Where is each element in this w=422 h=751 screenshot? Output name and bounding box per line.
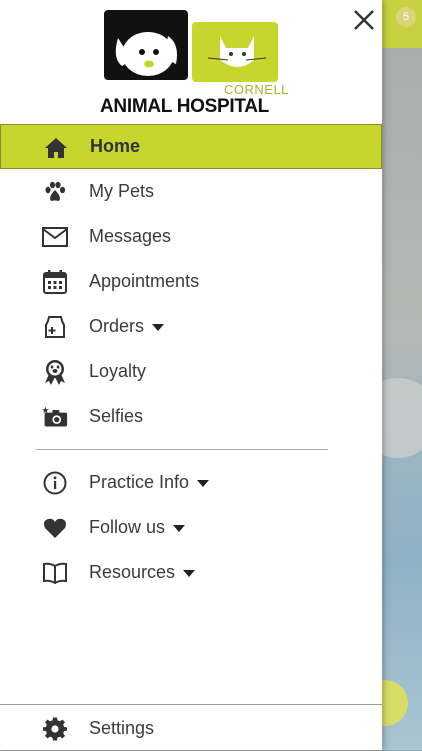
settings-divider bbox=[0, 704, 382, 705]
camera-icon bbox=[42, 405, 68, 429]
brand-line1: CORNELL bbox=[224, 82, 289, 97]
secondary-menu: Practice Info Follow us Resources bbox=[0, 460, 382, 595]
menu-item-label: Orders bbox=[89, 316, 165, 337]
menu-item-home[interactable]: Home bbox=[0, 124, 382, 169]
navigation-drawer: CORNELL ANIMAL HOSPITAL Home My Pets Mes… bbox=[0, 0, 382, 750]
menu-item-label: Practice Info bbox=[89, 472, 210, 493]
menu-item-my-pets[interactable]: My Pets bbox=[0, 169, 382, 214]
close-button[interactable] bbox=[348, 6, 378, 36]
chevron-down-icon bbox=[183, 569, 196, 577]
settings-section: Settings bbox=[0, 706, 382, 751]
envelope-icon bbox=[42, 225, 68, 249]
menu-item-label: Messages bbox=[89, 226, 172, 246]
brand-line2: ANIMAL HOSPITAL bbox=[100, 96, 269, 117]
menu-item-practice-info[interactable]: Practice Info bbox=[0, 460, 382, 505]
menu-item-appointments[interactable]: Appointments bbox=[0, 259, 382, 304]
award-icon bbox=[42, 360, 68, 385]
menu-item-label: Resources bbox=[89, 562, 196, 583]
menu-item-settings[interactable]: Settings bbox=[0, 706, 382, 751]
menu-item-messages[interactable]: Messages bbox=[0, 214, 382, 259]
home-icon bbox=[43, 136, 69, 160]
paw-icon bbox=[42, 180, 68, 204]
menu-item-label: Appointments bbox=[89, 271, 200, 291]
info-icon bbox=[42, 471, 68, 495]
menu-item-follow-us[interactable]: Follow us bbox=[0, 505, 382, 550]
gear-icon bbox=[42, 717, 68, 741]
calendar-icon bbox=[42, 270, 68, 294]
cornell-animal-hospital-logo: CORNELL ANIMAL HOSPITAL bbox=[98, 8, 289, 118]
message-count-badge: 5 bbox=[396, 7, 416, 27]
bag-icon bbox=[42, 315, 68, 339]
menu-item-label: Loyalty bbox=[89, 361, 147, 381]
menu-item-label: Follow us bbox=[89, 517, 186, 538]
menu-item-label: My Pets bbox=[89, 181, 155, 201]
main-menu: Home My Pets Messages Appointments Order… bbox=[0, 124, 382, 439]
book-icon bbox=[42, 561, 68, 585]
close-icon bbox=[354, 10, 374, 30]
menu-item-selfies[interactable]: Selfies bbox=[0, 394, 382, 439]
menu-item-loyalty[interactable]: Loyalty bbox=[0, 349, 382, 394]
background-app bbox=[382, 0, 422, 750]
heart-icon bbox=[42, 516, 68, 540]
menu-item-label: Settings bbox=[89, 718, 155, 738]
menu-item-resources[interactable]: Resources bbox=[0, 550, 382, 595]
chevron-down-icon bbox=[197, 479, 210, 487]
menu-item-label: Selfies bbox=[89, 406, 144, 426]
menu-divider bbox=[36, 449, 328, 450]
menu-item-orders[interactable]: Orders bbox=[0, 304, 382, 349]
chevron-down-icon bbox=[173, 524, 186, 532]
chevron-down-icon bbox=[152, 323, 165, 331]
menu-item-label: Home bbox=[90, 136, 141, 156]
